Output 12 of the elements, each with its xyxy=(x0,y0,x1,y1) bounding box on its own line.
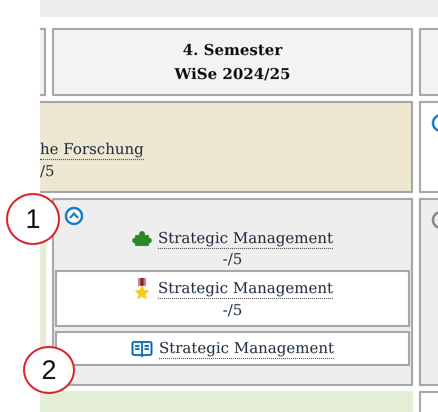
grade-text: /5 xyxy=(40,162,55,181)
puzzle-icon xyxy=(132,229,152,249)
collapse-icon[interactable] xyxy=(64,206,84,226)
grade-text: -/5 xyxy=(222,250,242,269)
module-link[interactable]: he Forschung xyxy=(40,140,144,160)
module-link[interactable]: Strategic Management xyxy=(158,338,334,358)
module-link[interactable]: Strategic Management xyxy=(158,229,334,249)
module-link[interactable]: Strategic Management xyxy=(158,279,334,299)
semester-title: 4. Semester xyxy=(182,40,282,61)
semester-term: WiSe 2024/25 xyxy=(174,64,290,85)
book-icon xyxy=(130,338,153,358)
grade-text: -/5 xyxy=(222,301,242,320)
